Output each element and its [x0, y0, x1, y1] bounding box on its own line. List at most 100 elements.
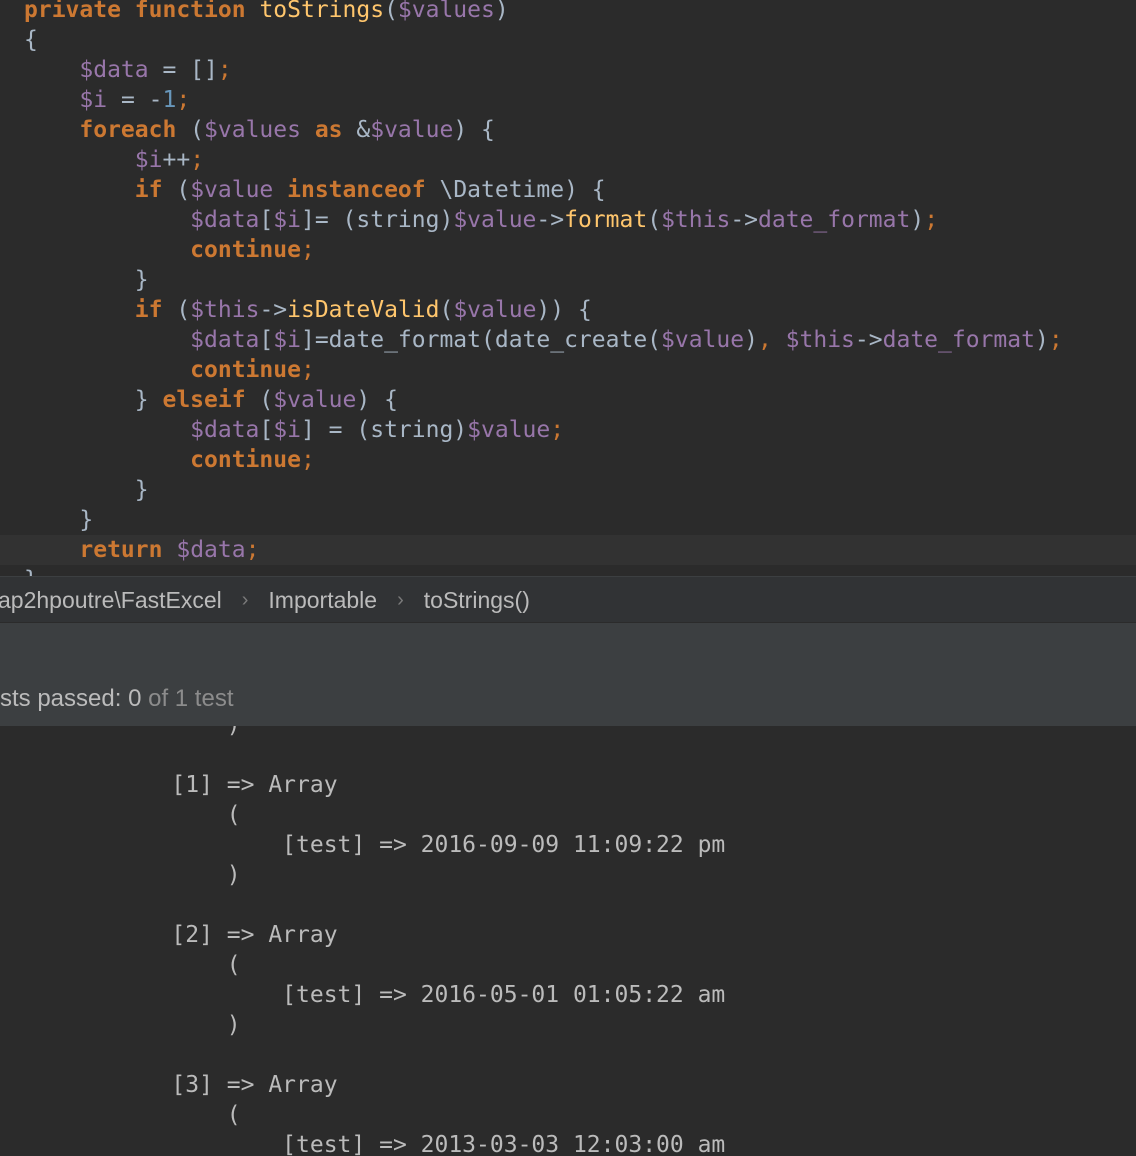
code-token: )) {: [536, 297, 592, 323]
code-token: ;: [1048, 327, 1063, 353]
code-token: [: [259, 327, 274, 353]
code-token: ): [910, 207, 925, 233]
chevron-right-icon: ›: [397, 588, 404, 611]
code-token: (: [245, 387, 274, 413]
code-token: ;: [300, 237, 315, 263]
code-token: (: [162, 297, 191, 323]
console-output[interactable]: ) [1] => Array ( [test] => 2016-09-09 11…: [0, 726, 1136, 1156]
code-token: $data: [190, 327, 260, 353]
code-token: (: [176, 117, 205, 143]
console-line: [test] => 2016-05-01 01:05:22 am: [116, 982, 726, 1008]
code-token: ;: [217, 57, 232, 83]
code-line: if ($value instanceof \Datetime) {: [0, 175, 1136, 205]
code-token: return: [79, 537, 163, 563]
code-token: }: [24, 387, 163, 413]
code-token: if: [134, 297, 163, 323]
code-token: ->: [854, 327, 883, 353]
code-line: }: [0, 265, 1136, 295]
code-token: continue: [190, 447, 301, 473]
code-token: $value: [190, 177, 274, 203]
code-line: continue;: [0, 355, 1136, 385]
code-token: $data: [79, 57, 149, 83]
breadcrumb-trait[interactable]: Importable: [268, 587, 377, 614]
console-line: [test] => 2016-09-09 11:09:22 pm: [116, 832, 726, 858]
code-line: } elseif ($value) {: [0, 385, 1136, 415]
code-token: ;: [550, 417, 565, 443]
code-token: ;: [300, 357, 315, 383]
tests-passed-count: 0: [128, 685, 142, 712]
code-token: ;: [924, 207, 939, 233]
code-token: 1: [162, 87, 177, 113]
code-token: ) {: [453, 117, 495, 143]
code-token: as: [314, 117, 343, 143]
code-token: continue: [190, 357, 301, 383]
code-token: ] = (string): [300, 417, 468, 443]
console-line: [3] => Array: [116, 1072, 338, 1098]
test-status-bar: sts passed: 0 of 1 test: [0, 671, 1136, 726]
code-token: isDateValid: [287, 297, 440, 323]
code-token: private: [24, 0, 121, 23]
test-status-of: of: [141, 685, 175, 712]
code-token: $values: [397, 0, 495, 23]
code-token: ]= (string): [300, 207, 454, 233]
breadcrumb: ap2hpoutre\FastExcel › Importable › toSt…: [0, 576, 1136, 623]
code-editor[interactable]: private function toStrings($values){ $da…: [0, 0, 1136, 576]
code-token: {: [24, 27, 38, 53]
code-token: ) {: [356, 387, 398, 413]
code-line: }: [0, 505, 1136, 535]
breadcrumb-namespace[interactable]: ap2hpoutre\FastExcel: [0, 587, 222, 614]
breadcrumb-method[interactable]: toStrings(): [424, 587, 530, 614]
console-line: [2] => Array: [116, 922, 338, 948]
code-line: $data = [];: [0, 55, 1136, 85]
code-line: if ($this->isDateValid($value)) {: [0, 295, 1136, 325]
console-line: ): [116, 1012, 241, 1038]
code-token: \Datetime) {: [425, 177, 606, 203]
code-token: $values: [204, 117, 301, 143]
code-token: ;: [300, 447, 315, 473]
code-token: (: [439, 297, 454, 323]
code-token: ;: [190, 147, 205, 173]
code-token: &: [342, 117, 371, 143]
code-token: format: [564, 207, 648, 233]
code-line: $i = -1;: [0, 85, 1136, 115]
code-line: $data[$i]=date_format(date_create($value…: [0, 325, 1136, 355]
console-line: [1] => Array: [116, 772, 338, 798]
code-line: $data[$i]= (string)$value->format($this-…: [0, 205, 1136, 235]
code-token: ): [1034, 327, 1049, 353]
run-toolbar: [0, 622, 1136, 672]
code-line: foreach ($values as &$value) {: [0, 115, 1136, 145]
code-token: $value: [453, 297, 537, 323]
code-token: $data: [190, 417, 260, 443]
code-token: $i: [273, 207, 301, 233]
console-line: ): [0, 726, 1136, 740]
tests-total-count: 1 test: [174, 685, 234, 712]
chevron-right-icon: ›: [241, 588, 249, 611]
code-token: toStrings: [259, 0, 385, 23]
code-token: continue: [190, 237, 301, 263]
console-line: (: [116, 802, 241, 828]
test-status-prefix: sts passed:: [0, 685, 129, 712]
code-token: (: [162, 177, 191, 203]
code-token: $this: [785, 327, 855, 353]
code-token: (: [647, 207, 662, 233]
code-token: $value: [467, 417, 551, 443]
code-token: ): [744, 327, 758, 353]
console-line: (: [116, 952, 241, 978]
code-token: $value: [370, 117, 454, 143]
code-token: ->: [259, 297, 288, 323]
code-token: }: [24, 567, 38, 576]
code-token: ,: [757, 327, 786, 353]
code-token: ;: [245, 537, 260, 563]
